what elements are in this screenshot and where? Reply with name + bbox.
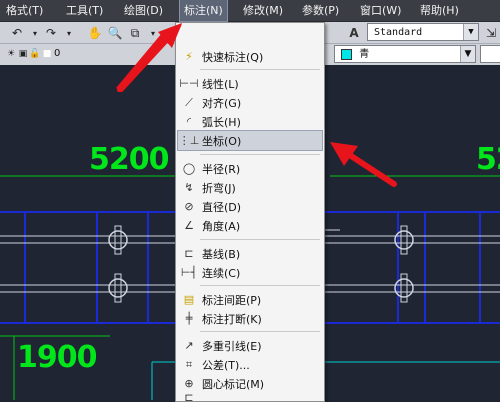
menu-item-label: 公差(T)... <box>202 358 250 372</box>
angle-icon: ∠ <box>184 219 194 232</box>
red-arrow-to-dimension-menu <box>116 23 182 92</box>
menu-item-label: 标注间距(P) <box>202 293 262 307</box>
menu-item-dim-space[interactable]: ▤ 标注间距(P) <box>178 290 322 309</box>
menu-item-label: 基线(B) <box>202 247 241 261</box>
redo-dropdown-icon[interactable]: ▾ <box>60 24 78 42</box>
redo-icon[interactable]: ↷ <box>42 24 60 42</box>
menu-item-arc-length[interactable]: ◜ 弧长(H) <box>178 112 322 131</box>
menu-item-radius[interactable]: ◯ 半径(R) <box>178 159 322 178</box>
menu-item-ordinate[interactable]: ⋮⊥ 坐标(O) <box>177 130 323 151</box>
menu-divider <box>200 331 320 332</box>
menu-bar: 格式(T) 工具(T) 绘图(D) 标注(N) 修改(M) 参数(P) 窗口(W… <box>0 0 500 22</box>
menu-item-tolerance[interactable]: ⌗ 公差(T)... <box>178 355 322 374</box>
menu-item-label: 圆心标记(M) <box>202 377 265 391</box>
menu-item-label: 多重引线(E) <box>202 339 262 353</box>
menu-item-quick-dimension[interactable]: ⚡ 快速标注(Q) <box>178 47 322 66</box>
menu-item-label: 标注打断(K) <box>202 312 262 326</box>
menu-parameter[interactable]: 参数(P) <box>302 0 339 21</box>
text-style-select[interactable]: Standard ▼ <box>367 23 479 41</box>
color-value: 青 <box>359 49 370 60</box>
continue-icon: ⊢┤ <box>180 266 198 279</box>
menu-item-diameter[interactable]: ⊘ 直径(D) <box>178 197 322 216</box>
menu-item-label: 折弯(J) <box>202 181 236 195</box>
menu-item-angle[interactable]: ∠ 角度(A) <box>178 216 322 235</box>
radius-icon: ◯ <box>182 162 196 175</box>
center-mark-icon: ⊕ <box>184 377 194 390</box>
layer-name[interactable]: 0 <box>54 48 60 59</box>
menu-item-aligned[interactable]: ⟋ 对齐(G) <box>178 93 322 112</box>
menu-item-label: 对齐(G) <box>202 96 242 110</box>
red-arrow-to-ordinate-item <box>330 142 397 187</box>
jogged-icon: ↯ <box>184 181 194 194</box>
menu-help[interactable]: 帮助(H) <box>420 0 459 21</box>
diameter-icon: ⊘ <box>184 200 194 213</box>
color-swatch <box>341 48 352 60</box>
menu-item-center-mark[interactable]: ⊕ 圆心标记(M) <box>178 374 322 393</box>
text-style-value: Standard <box>374 27 423 38</box>
menu-item-jogged[interactable]: ↯ 折弯(J) <box>178 178 322 197</box>
menu-item-label: 连续(C) <box>202 266 241 280</box>
menu-divider <box>200 69 320 70</box>
chevron-down-icon[interactable]: ▼ <box>463 24 478 40</box>
dimension-text-52[interactable]: 52 <box>476 142 500 177</box>
dim-style-icon[interactable]: ⇲ <box>482 24 500 42</box>
undo-icon[interactable]: ↶ <box>8 24 26 42</box>
dimension-menu: ⚡ 快速标注(Q) ⊢⊣ 线性(L) ⟋ 对齐(G) ◜ 弧长(H) ⋮⊥ 坐标… <box>175 22 325 402</box>
multileader-icon: ↗ <box>184 339 194 352</box>
menu-item-dim-break[interactable]: ╪ 标注打断(K) <box>178 309 322 328</box>
menu-tools[interactable]: 工具(T) <box>66 0 103 21</box>
menu-divider <box>200 154 320 155</box>
tolerance-icon: ⌗ <box>185 357 193 371</box>
menu-item-linear[interactable]: ⊢⊣ 线性(L) <box>178 74 322 93</box>
ordinate-icon: ⋮⊥ <box>178 134 200 147</box>
menu-item-label: 快速标注(Q) <box>202 50 264 64</box>
menu-item-label: 直径(D) <box>202 200 242 214</box>
dim-space-icon: ▤ <box>183 293 195 306</box>
dim-break-icon: ╪ <box>185 312 193 325</box>
color-select[interactable]: 青 ▼ <box>334 45 476 63</box>
menu-modify[interactable]: 修改(M) <box>243 0 283 21</box>
chevron-down-icon[interactable]: ▼ <box>460 46 475 62</box>
menu-draw[interactable]: 绘图(D) <box>124 0 163 21</box>
baseline-icon: ⊏ <box>184 247 194 260</box>
menu-item-label: 线性(L) <box>202 77 239 91</box>
menu-item-multileader[interactable]: ↗ 多重引线(E) <box>178 336 322 355</box>
aligned-icon: ⟋ <box>185 95 193 109</box>
dimension-text-5200[interactable]: 5200 <box>89 142 169 177</box>
menu-item-label: 坐标(O) <box>202 134 242 148</box>
menu-item-label: 角度(A) <box>202 219 241 233</box>
text-style-icon[interactable]: A <box>345 24 363 42</box>
pan-hand-icon[interactable]: ✋ <box>86 24 104 42</box>
menu-divider <box>200 285 320 286</box>
dimension-text-1900[interactable]: 1900 <box>17 340 97 375</box>
menu-format[interactable]: 格式(T) <box>6 0 43 21</box>
arc-length-icon: ◜ <box>186 115 192 128</box>
linetype-select[interactable] <box>480 45 500 63</box>
menu-item-label: 弧长(H) <box>202 115 241 129</box>
menu-item-label: 半径(R) <box>202 162 241 176</box>
menu-divider <box>200 239 320 240</box>
menu-dimension[interactable]: 标注(N) <box>179 0 228 22</box>
menu-window[interactable]: 窗口(W) <box>360 0 401 21</box>
menu-item-continue[interactable]: ⊢┤ 连续(C) <box>178 263 322 282</box>
menu-item-baseline[interactable]: ⊏ 基线(B) <box>178 244 322 263</box>
